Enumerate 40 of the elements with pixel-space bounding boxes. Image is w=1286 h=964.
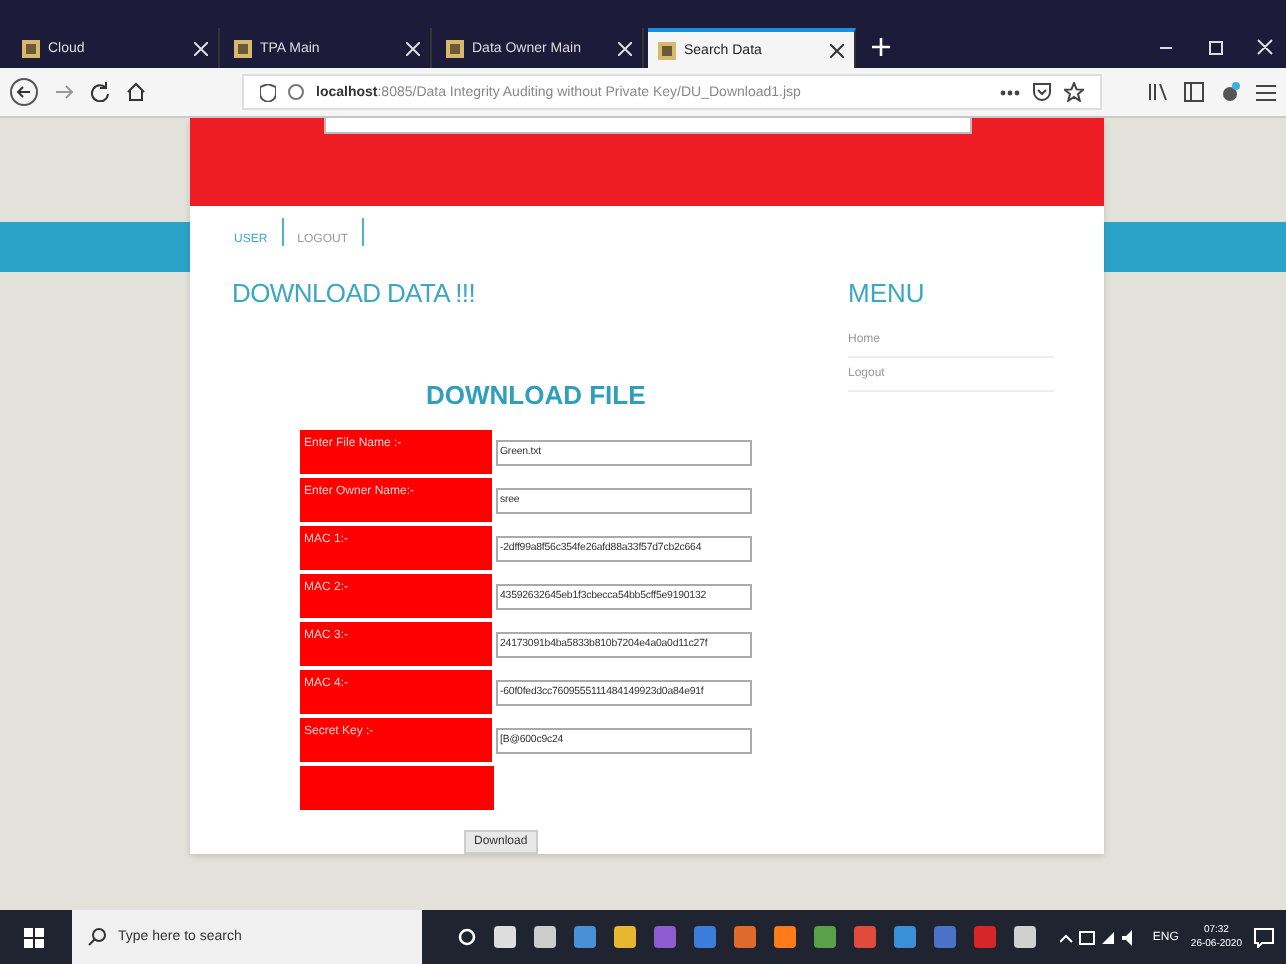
pocket-icon[interactable] bbox=[1032, 82, 1052, 102]
shield-icon bbox=[260, 83, 276, 101]
form-title: DOWNLOAD FILE bbox=[426, 380, 648, 410]
menu-heading: MENU bbox=[848, 278, 927, 308]
close-icon[interactable] bbox=[830, 43, 844, 57]
window-controls-icon[interactable] bbox=[1154, 38, 1274, 56]
sidebar-icon[interactable] bbox=[1184, 82, 1204, 102]
windows-start-icon[interactable] bbox=[24, 927, 44, 947]
forward-icon[interactable] bbox=[54, 82, 74, 102]
app-icon[interactable] bbox=[974, 926, 996, 948]
new-tab-icon[interactable] bbox=[872, 38, 890, 56]
page-heading: DOWNLOAD DATA !!! bbox=[232, 278, 478, 308]
app-icon[interactable] bbox=[694, 926, 716, 948]
back-icon[interactable] bbox=[10, 78, 38, 106]
app-icon[interactable] bbox=[814, 926, 836, 948]
extension-icon[interactable] bbox=[1220, 82, 1240, 102]
app-icon[interactable] bbox=[854, 926, 876, 948]
menu-icon[interactable] bbox=[1256, 83, 1276, 101]
info-icon bbox=[288, 84, 304, 100]
app-icon[interactable] bbox=[734, 926, 756, 948]
cortana-icon[interactable] bbox=[458, 928, 476, 946]
star-icon[interactable] bbox=[1064, 82, 1084, 102]
notification-icon[interactable] bbox=[1254, 927, 1274, 947]
app-icon[interactable] bbox=[614, 926, 636, 948]
more-icon[interactable] bbox=[1000, 89, 1020, 95]
library-icon[interactable] bbox=[1148, 82, 1168, 102]
page-icon bbox=[234, 39, 252, 57]
reload-icon[interactable] bbox=[90, 82, 110, 102]
app-icon[interactable] bbox=[534, 926, 556, 948]
app-icon[interactable] bbox=[1014, 926, 1036, 948]
app-icon[interactable] bbox=[494, 926, 516, 948]
home-icon[interactable] bbox=[126, 82, 146, 102]
page-icon bbox=[446, 39, 464, 57]
app-icon[interactable] bbox=[894, 926, 916, 948]
app-icon[interactable] bbox=[574, 926, 596, 948]
search-icon bbox=[88, 928, 106, 946]
app-icon[interactable] bbox=[654, 926, 676, 948]
page-icon bbox=[22, 39, 40, 57]
app-icon[interactable] bbox=[774, 926, 796, 948]
page-icon bbox=[658, 41, 676, 59]
